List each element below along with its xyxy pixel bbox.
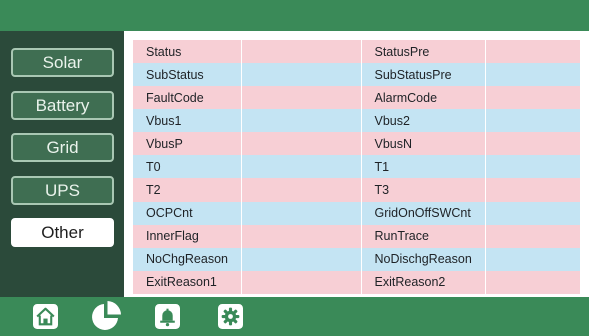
table-cell-value bbox=[485, 63, 580, 87]
table-cell-value bbox=[485, 224, 580, 248]
table-row: T2 T3 bbox=[133, 178, 580, 202]
table-row: Vbus1 Vbus2 bbox=[133, 109, 580, 133]
table-cell-label: Status bbox=[133, 40, 242, 64]
sidebar-item-battery[interactable]: Battery bbox=[11, 91, 114, 120]
table-cell-value bbox=[241, 63, 362, 87]
table-cell-label: ExitReason2 bbox=[361, 270, 486, 294]
table-cell-label: VbusN bbox=[361, 132, 486, 156]
sidebar: Solar Battery Grid UPS Other bbox=[0, 31, 124, 297]
table-row: NoChgReason NoDischgReason bbox=[133, 247, 580, 271]
table-cell-label: GridOnOffSWCnt bbox=[361, 201, 486, 225]
sidebar-item-ups[interactable]: UPS bbox=[11, 176, 114, 205]
table-cell-label: AlarmCode bbox=[361, 86, 486, 110]
table-cell-value bbox=[241, 132, 362, 156]
table-cell-value bbox=[241, 86, 362, 110]
table-cell-label: FaultCode bbox=[133, 86, 242, 110]
sidebar-item-solar[interactable]: Solar bbox=[11, 48, 114, 77]
table-row: VbusP VbusN bbox=[133, 132, 580, 156]
table-cell-label: VbusP bbox=[133, 132, 242, 156]
table-cell-label: OCPCnt bbox=[133, 201, 242, 225]
home-icon[interactable] bbox=[33, 304, 58, 329]
table-row: Status StatusPre bbox=[133, 40, 580, 64]
bottom-nav bbox=[0, 297, 589, 336]
table-cell-value bbox=[485, 132, 580, 156]
table-row: ExitReason1 ExitReason2 bbox=[133, 270, 580, 294]
table-cell-value bbox=[241, 40, 362, 64]
table-cell-label: StatusPre bbox=[361, 40, 486, 64]
sidebar-item-other[interactable]: Other bbox=[11, 218, 114, 247]
table-cell-label: SubStatus bbox=[133, 63, 242, 87]
table-cell-label: T0 bbox=[133, 155, 242, 179]
table-cell-value bbox=[485, 109, 580, 133]
table-cell-value bbox=[485, 247, 580, 271]
table-cell-value bbox=[485, 155, 580, 179]
table-cell-value bbox=[241, 270, 362, 294]
table-cell-label: Vbus1 bbox=[133, 109, 242, 133]
table-cell-value bbox=[241, 155, 362, 179]
bell-icon[interactable] bbox=[155, 304, 180, 329]
table-cell-label: RunTrace bbox=[361, 224, 486, 248]
gear-icon[interactable] bbox=[218, 304, 243, 329]
table-cell-label: T3 bbox=[361, 178, 486, 202]
table-cell-value bbox=[241, 109, 362, 133]
table-cell-value bbox=[485, 40, 580, 64]
table-cell-value bbox=[241, 201, 362, 225]
table-row: OCPCnt GridOnOffSWCnt bbox=[133, 201, 580, 225]
table-cell-label: NoChgReason bbox=[133, 247, 242, 271]
table-row: T0 T1 bbox=[133, 155, 580, 179]
table-cell-value bbox=[241, 247, 362, 271]
table-cell-label: ExitReason1 bbox=[133, 270, 242, 294]
table-cell-value bbox=[485, 270, 580, 294]
table-cell-value bbox=[485, 178, 580, 202]
table-cell-value bbox=[485, 86, 580, 110]
data-table: Status StatusPre SubStatus SubStatusPre Faul… bbox=[133, 40, 580, 294]
top-bar bbox=[0, 0, 589, 31]
table-cell-label: SubStatusPre bbox=[361, 63, 486, 87]
pie-chart-icon[interactable] bbox=[89, 299, 123, 333]
table-cell-label: NoDischgReason bbox=[361, 247, 486, 271]
table-cell-value bbox=[241, 178, 362, 202]
table-cell-label: Vbus2 bbox=[361, 109, 486, 133]
table-cell-value bbox=[485, 201, 580, 225]
table-row: InnerFlag RunTrace bbox=[133, 224, 580, 248]
table-row: FaultCode AlarmCode bbox=[133, 86, 580, 110]
table-row: SubStatus SubStatusPre bbox=[133, 63, 580, 87]
table-cell-label: T2 bbox=[133, 178, 242, 202]
main-panel: Status StatusPre SubStatus SubStatusPre Faul… bbox=[124, 31, 589, 297]
sidebar-item-grid[interactable]: Grid bbox=[11, 133, 114, 162]
table-cell-value bbox=[241, 224, 362, 248]
table-cell-label: T1 bbox=[361, 155, 486, 179]
table-cell-label: InnerFlag bbox=[133, 224, 242, 248]
